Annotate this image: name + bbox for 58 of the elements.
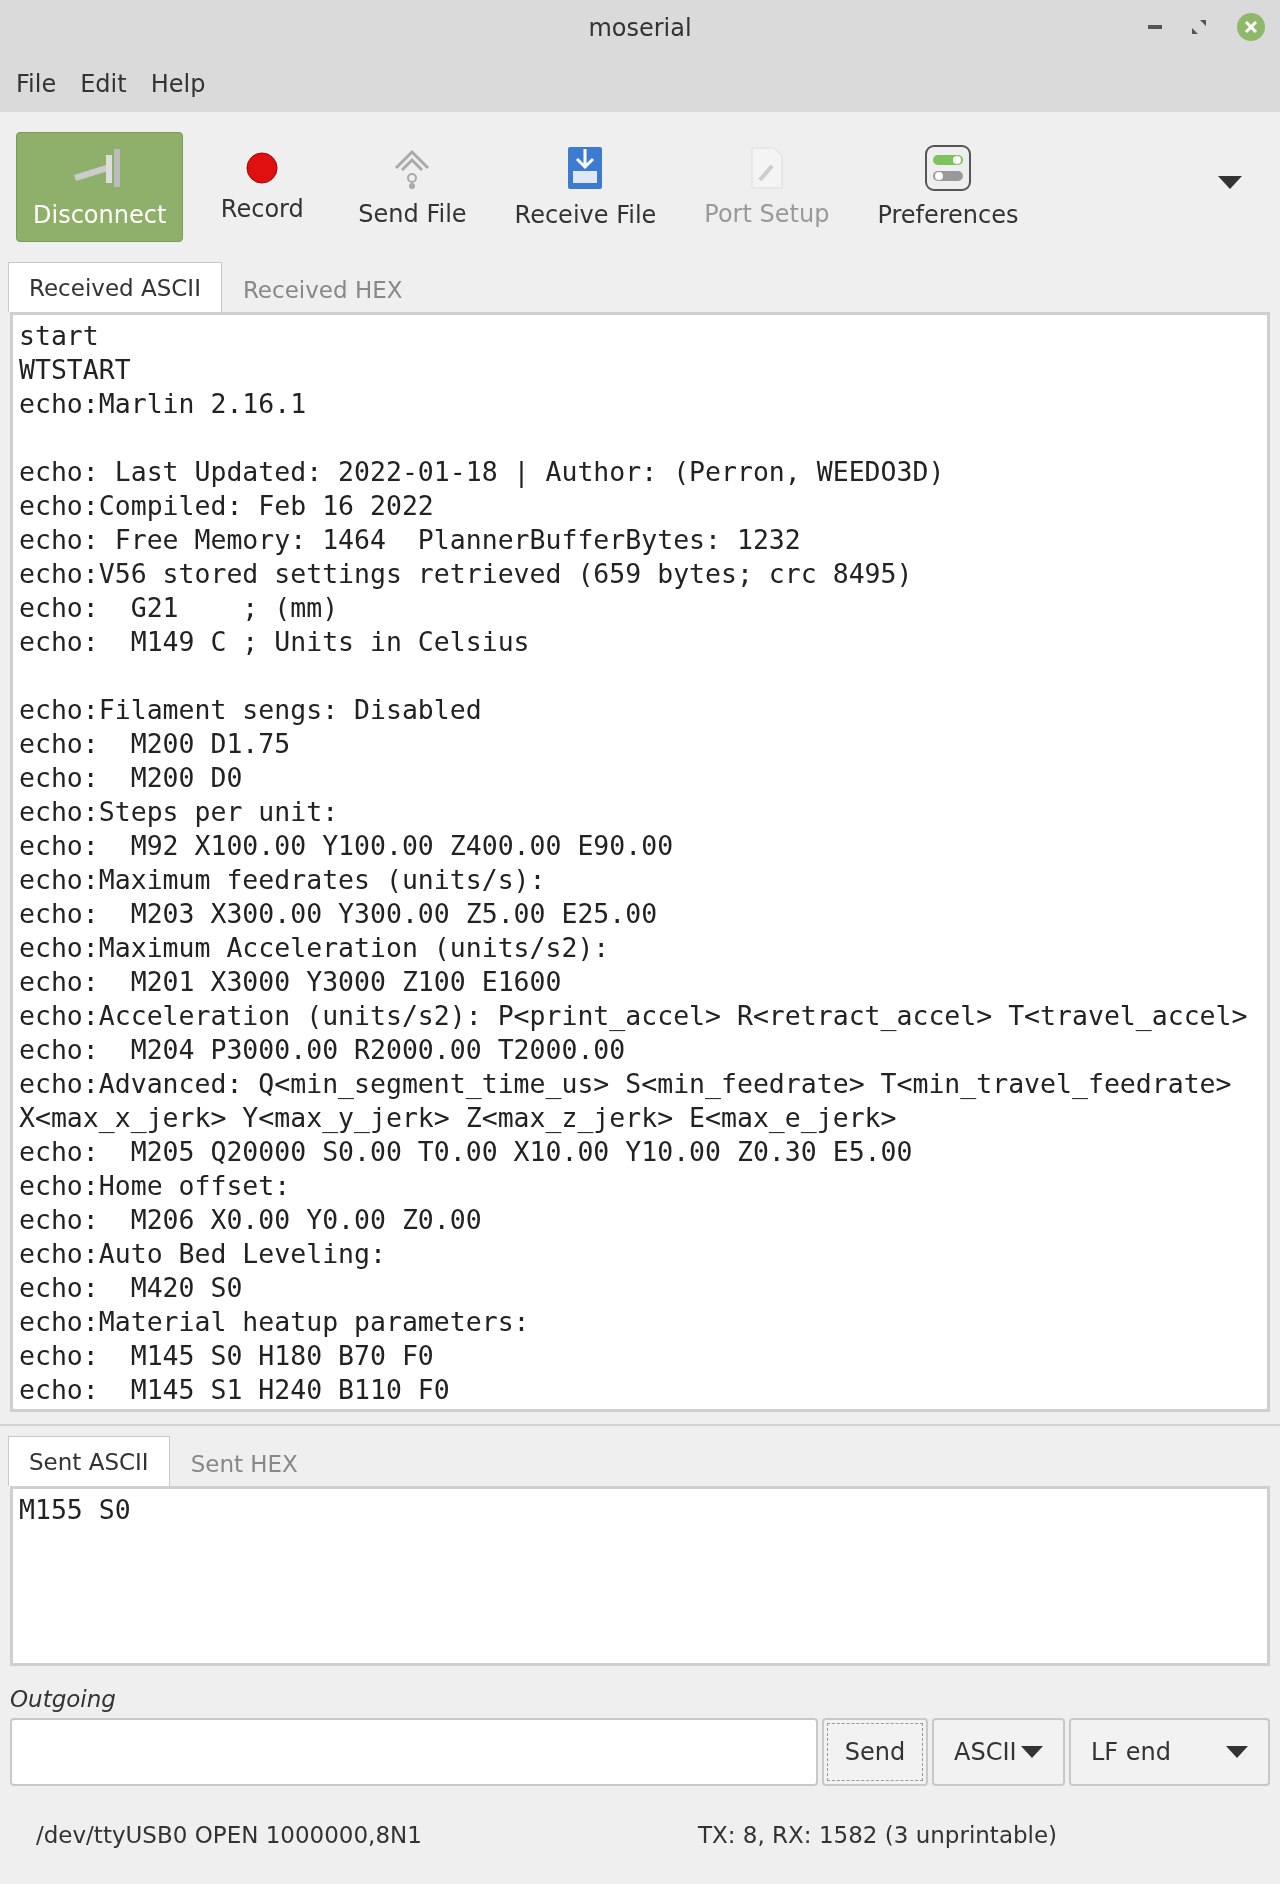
log-line: echo: M420 S0	[19, 1271, 244, 1305]
send-button[interactable]: Send	[822, 1718, 928, 1786]
log-line: echo:Acceleration (units/s2): P<print_accel> R<retract_accel> T<travel_accel>	[19, 999, 1249, 1033]
log-line: echo:Steps per unit:	[19, 795, 340, 829]
toolbar-button[interactable]: Send File	[341, 132, 484, 242]
log-line: echo:Advanced: Q<min_segment_time_us> S<min_feedrate> T<min_travel_feedrate>	[19, 1067, 1233, 1101]
received-text-area[interactable]	[10, 312, 1270, 1412]
line-end-dropdown[interactable]: LF end	[1069, 1718, 1270, 1786]
sent-text-area[interactable]: M155 S0	[10, 1486, 1270, 1666]
log-line: echo:Marlin 2.16.1	[19, 387, 308, 421]
outgoing-label: Outgoing	[10, 1686, 117, 1712]
document-wrench-icon	[749, 146, 784, 190]
log-line: echo:Filament sengs: Disabled	[19, 693, 483, 727]
log-line: echo: M204 P3000.00 R2000.00 T2000.00	[19, 1033, 627, 1067]
log-line: echo: G21 ; (mm)	[19, 591, 340, 625]
log-line: echo:Compiled: Feb 16 2022	[19, 489, 435, 523]
toolbar-button[interactable]: Preferences	[860, 132, 1036, 242]
log-line: echo:Maximum Acceleration (units/s2):	[19, 931, 611, 965]
outgoing-input-field[interactable]	[10, 1718, 818, 1786]
byte-counts: TX: 8, RX: 1582 (3 unprintable)	[698, 1822, 1058, 1848]
tab[interactable]: Received ASCII	[8, 262, 222, 312]
log-line: echo: M201 X3000 Y3000 Z100 E1600	[19, 965, 563, 999]
log-line: echo: M206 X0.00 Y0.00 Z0.00	[19, 1203, 483, 1237]
log-line: WTSTART	[19, 353, 132, 387]
log-line: echo: M200 D0	[19, 761, 244, 795]
port-status: /dev/ttyUSB0 OPEN 1000000,8N1	[36, 1822, 423, 1848]
overflow-caret-icon[interactable]	[1218, 176, 1242, 189]
log-line: echo:Maximum feedrates (units/s):	[19, 863, 547, 897]
log-line: echo:V56 stored settings retrieved (659 bytes; crc 8495)	[19, 557, 914, 591]
log-line: echo:Home offset:	[19, 1169, 292, 1203]
menu-item[interactable]: File	[4, 70, 69, 98]
log-line: X<max_x_jerk> Y<max_y_jerk> Z<max_z_jerk> E<max_e_jerk>	[19, 1101, 898, 1135]
log-line: echo: M203 X300.00 Y300.00 Z5.00 E25.00	[19, 897, 659, 931]
toolbar-button[interactable]: Record	[197, 132, 328, 242]
caret-icon	[1021, 1746, 1043, 1758]
log-line: echo: M92 X100.00 Y100.00 Z400.00 E90.00	[19, 829, 675, 863]
log-line: echo: Free Memory: 1464 PlannerBufferBytes: 1232	[19, 523, 802, 557]
menu-item[interactable]: Edit	[68, 70, 139, 98]
caret-icon	[1226, 1746, 1248, 1758]
log-line: echo: M149 C ; Units in Celsius	[19, 625, 531, 659]
log-line: echo: M145 S1 H240 B110 F0	[19, 1373, 451, 1407]
tab[interactable]: Sent ASCII	[8, 1436, 170, 1486]
log-line: echo: Last Updated: 2022-01-18 | Author: (Perron, WEEDO3D)	[19, 455, 946, 489]
sent-line: M155 S0	[19, 1493, 132, 1527]
window-title: moserial	[588, 14, 692, 42]
restore-icon[interactable]	[1192, 20, 1206, 34]
log-line: echo:Auto Bed Leveling:	[19, 1237, 387, 1271]
format-dropdown[interactable]: ASCII	[932, 1718, 1065, 1786]
download-cabinet-icon	[567, 145, 604, 191]
log-line: echo: M145 S0 H180 B70 F0	[19, 1339, 435, 1373]
toolbar-button[interactable]: Receive File	[497, 132, 674, 242]
log-line: echo: M205 Q20000 S0.00 T0.00 X10.00 Y10.00 Z0.30 E5.00	[19, 1135, 914, 1169]
log-line: echo: M200 D1.75	[19, 727, 292, 761]
menu-item[interactable]: Help	[138, 70, 218, 98]
log-line: echo:Material heatup parameters:	[19, 1305, 531, 1339]
log-line: start	[19, 319, 100, 353]
record-icon	[245, 151, 280, 185]
toggle-switches-icon	[924, 145, 971, 191]
